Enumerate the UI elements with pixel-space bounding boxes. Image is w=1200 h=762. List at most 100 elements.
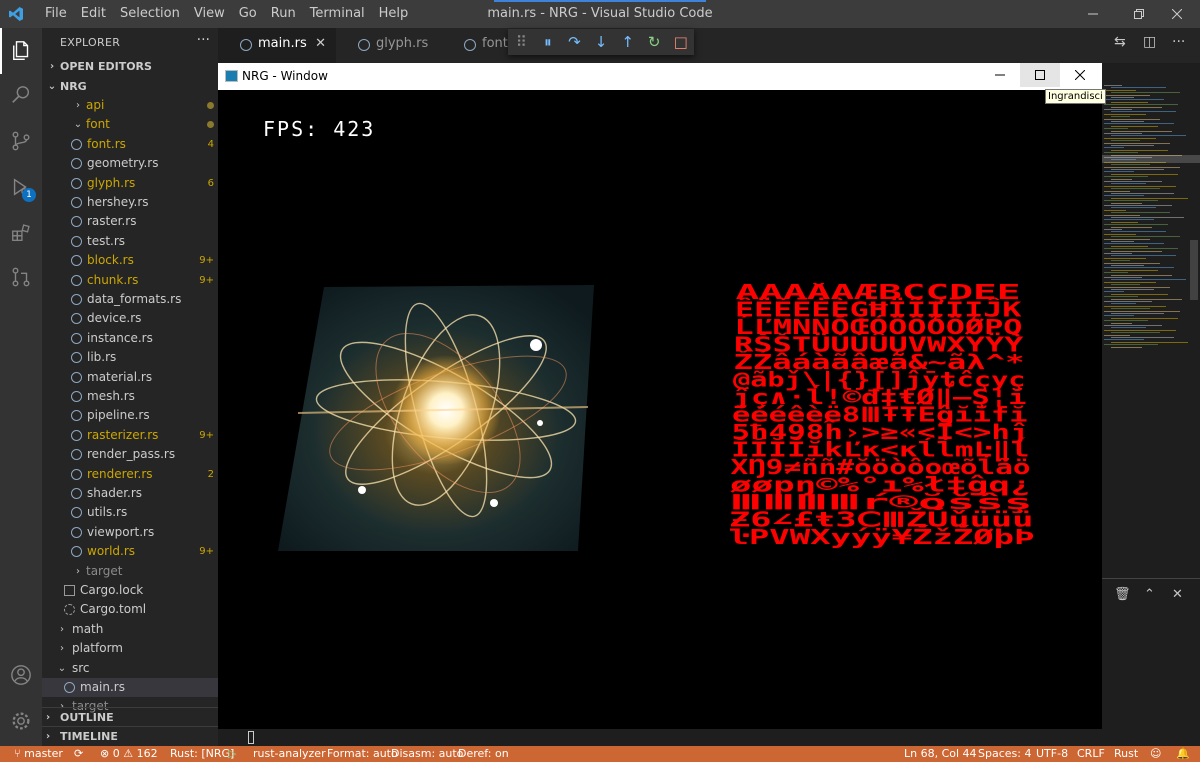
nrg-close-button[interactable]	[1060, 63, 1100, 87]
tree-item-label: world.rs	[87, 544, 136, 558]
tree-item[interactable]: geometry.rs	[42, 154, 218, 173]
tree-item[interactable]: world.rs 9+	[42, 542, 218, 561]
rust-file-icon	[71, 255, 82, 266]
tree-item[interactable]: material.rs	[42, 368, 218, 387]
chevron-right-icon: ›	[60, 624, 64, 635]
more-actions-icon[interactable]: ···	[197, 32, 210, 48]
tree-item[interactable]: rasterizer.rs 9+	[42, 426, 218, 445]
minimap-line	[1111, 145, 1154, 146]
open-editors-section[interactable]: › OPEN EDITORS	[42, 57, 218, 76]
nrg-maximize-button[interactable]	[1020, 63, 1060, 87]
restart-icon[interactable]: ↻	[641, 33, 668, 51]
disasm-status[interactable]: Disasm: auto	[391, 747, 463, 760]
outline-section[interactable]: › OUTLINE	[42, 707, 218, 726]
tree-item[interactable]: lib.rs	[42, 348, 218, 367]
search-activity[interactable]	[0, 72, 42, 118]
explorer-activity[interactable]	[0, 28, 42, 74]
language-status[interactable]: Rust	[1114, 747, 1138, 760]
close-tab-icon[interactable]: ✕	[315, 36, 326, 51]
encoding-status[interactable]: UTF-8	[1036, 747, 1068, 760]
tree-item[interactable]: chunk.rs 9+	[42, 271, 218, 290]
chevron-up-icon[interactable]: ⌃	[1144, 587, 1155, 602]
timeline-section[interactable]: › TIMELINE	[42, 726, 218, 745]
tree-item[interactable]: test.rs	[42, 232, 218, 251]
compare-icon[interactable]: ⇆	[1114, 34, 1126, 52]
split-editor-icon[interactable]: ◫	[1143, 34, 1156, 52]
tree-item[interactable]: › target	[42, 562, 218, 581]
tree-item[interactable]: ⌄ font	[42, 115, 218, 134]
tree-item[interactable]: font.rs 4	[42, 135, 218, 154]
maximize-icon	[1035, 70, 1045, 80]
tree-item[interactable]: › api	[42, 96, 218, 115]
menu-view[interactable]: View	[187, 0, 232, 28]
tree-item[interactable]: Cargo.toml	[42, 600, 218, 619]
fps-counter: FPS: 423	[263, 117, 375, 141]
tree-item[interactable]: › math	[42, 620, 218, 639]
tab-main-rs[interactable]: main.rs ✕	[218, 28, 336, 63]
minimap-line	[1104, 118, 1160, 120]
run-debug-activity[interactable]: 1	[0, 164, 42, 210]
sync-icon[interactable]: ⟳	[74, 747, 83, 760]
source-control-activity[interactable]	[0, 118, 42, 164]
tree-item[interactable]: block.rs 9+	[42, 251, 218, 270]
tree-item[interactable]: › platform	[42, 639, 218, 658]
accounts-activity[interactable]	[0, 652, 42, 698]
eol-status[interactable]: CRLF	[1077, 747, 1105, 760]
menu-go[interactable]: Go	[232, 0, 264, 28]
format-status[interactable]: Format: auto	[327, 747, 398, 760]
menu-edit[interactable]: Edit	[74, 0, 113, 28]
tree-item-label: pipeline.rs	[87, 408, 150, 422]
tree-item[interactable]: shader.rs	[42, 484, 218, 503]
more-actions-icon[interactable]: ···	[1172, 34, 1185, 52]
nrg-root-section[interactable]: ⌄ NRG	[42, 77, 218, 96]
tree-item[interactable]: device.rs	[42, 309, 218, 328]
minimap-slider[interactable]	[1190, 240, 1198, 300]
problems-status[interactable]: ⊗ 0 ⚠ 162	[100, 747, 158, 760]
tree-item[interactable]: mesh.rs	[42, 387, 218, 406]
deref-status[interactable]: Deref: on	[458, 747, 509, 760]
menu-run[interactable]: Run	[264, 0, 303, 28]
menu-terminal[interactable]: Terminal	[303, 0, 372, 28]
rust-target-status[interactable]: Rust: [NRG]	[170, 747, 234, 760]
branch-status[interactable]: ⑂ master	[14, 747, 63, 760]
tree-item[interactable]: viewport.rs	[42, 523, 218, 542]
tree-item[interactable]: instance.rs	[42, 329, 218, 348]
cursor-position-status[interactable]: Ln 68, Col 44	[904, 747, 977, 760]
pause-icon[interactable]: ⏸	[535, 33, 562, 51]
tab-glyph-rs[interactable]: glyph.rs	[336, 28, 442, 63]
tree-item[interactable]: hershey.rs	[42, 193, 218, 212]
close-panel-icon[interactable]: ✕	[1172, 587, 1183, 602]
manage-activity[interactable]	[0, 698, 42, 744]
indentation-status[interactable]: Spaces: 4	[978, 747, 1031, 760]
tree-item[interactable]: ⌄ src	[42, 659, 218, 678]
tree-item[interactable]: glyph.rs 6	[42, 174, 218, 193]
step-out-icon[interactable]: ↑	[614, 33, 641, 51]
feedback-icon[interactable]: ☺	[1150, 747, 1161, 760]
tree-item[interactable]: data_formats.rs	[42, 290, 218, 309]
nrg-minimize-button[interactable]	[980, 63, 1020, 87]
tree-item[interactable]: pipeline.rs	[42, 406, 218, 425]
step-into-icon[interactable]: ↓	[588, 33, 615, 51]
fps-label: FPS:	[263, 117, 320, 141]
play-icon[interactable]: ▷	[228, 747, 236, 760]
minimize-button[interactable]	[1070, 0, 1116, 28]
minimap[interactable]	[1102, 63, 1200, 583]
drag-handle-icon[interactable]: ⠿	[508, 33, 535, 51]
stop-icon[interactable]: □	[667, 33, 694, 51]
tree-item[interactable]: render_pass.rs	[42, 445, 218, 464]
notifications-bell-icon[interactable]: 🔔	[1176, 747, 1190, 760]
tree-item[interactable]: utils.rs	[42, 503, 218, 522]
tree-item[interactable]: renderer.rs 2	[42, 465, 218, 484]
menu-file[interactable]: File	[38, 0, 74, 28]
menu-selection[interactable]: Selection	[113, 0, 187, 28]
menu-help[interactable]: Help	[372, 0, 416, 28]
trash-icon[interactable]: 🗑	[1114, 587, 1131, 602]
tree-item[interactable]: Cargo.lock	[42, 581, 218, 600]
rust-analyzer-status[interactable]: rust-analyzer	[253, 747, 326, 760]
tree-item[interactable]: raster.rs	[42, 212, 218, 231]
close-window-button[interactable]	[1154, 0, 1200, 28]
tree-item[interactable]: main.rs	[42, 678, 218, 697]
remote-activity[interactable]	[0, 254, 42, 300]
step-over-icon[interactable]: ↷	[561, 33, 588, 51]
extensions-activity[interactable]	[0, 210, 42, 256]
